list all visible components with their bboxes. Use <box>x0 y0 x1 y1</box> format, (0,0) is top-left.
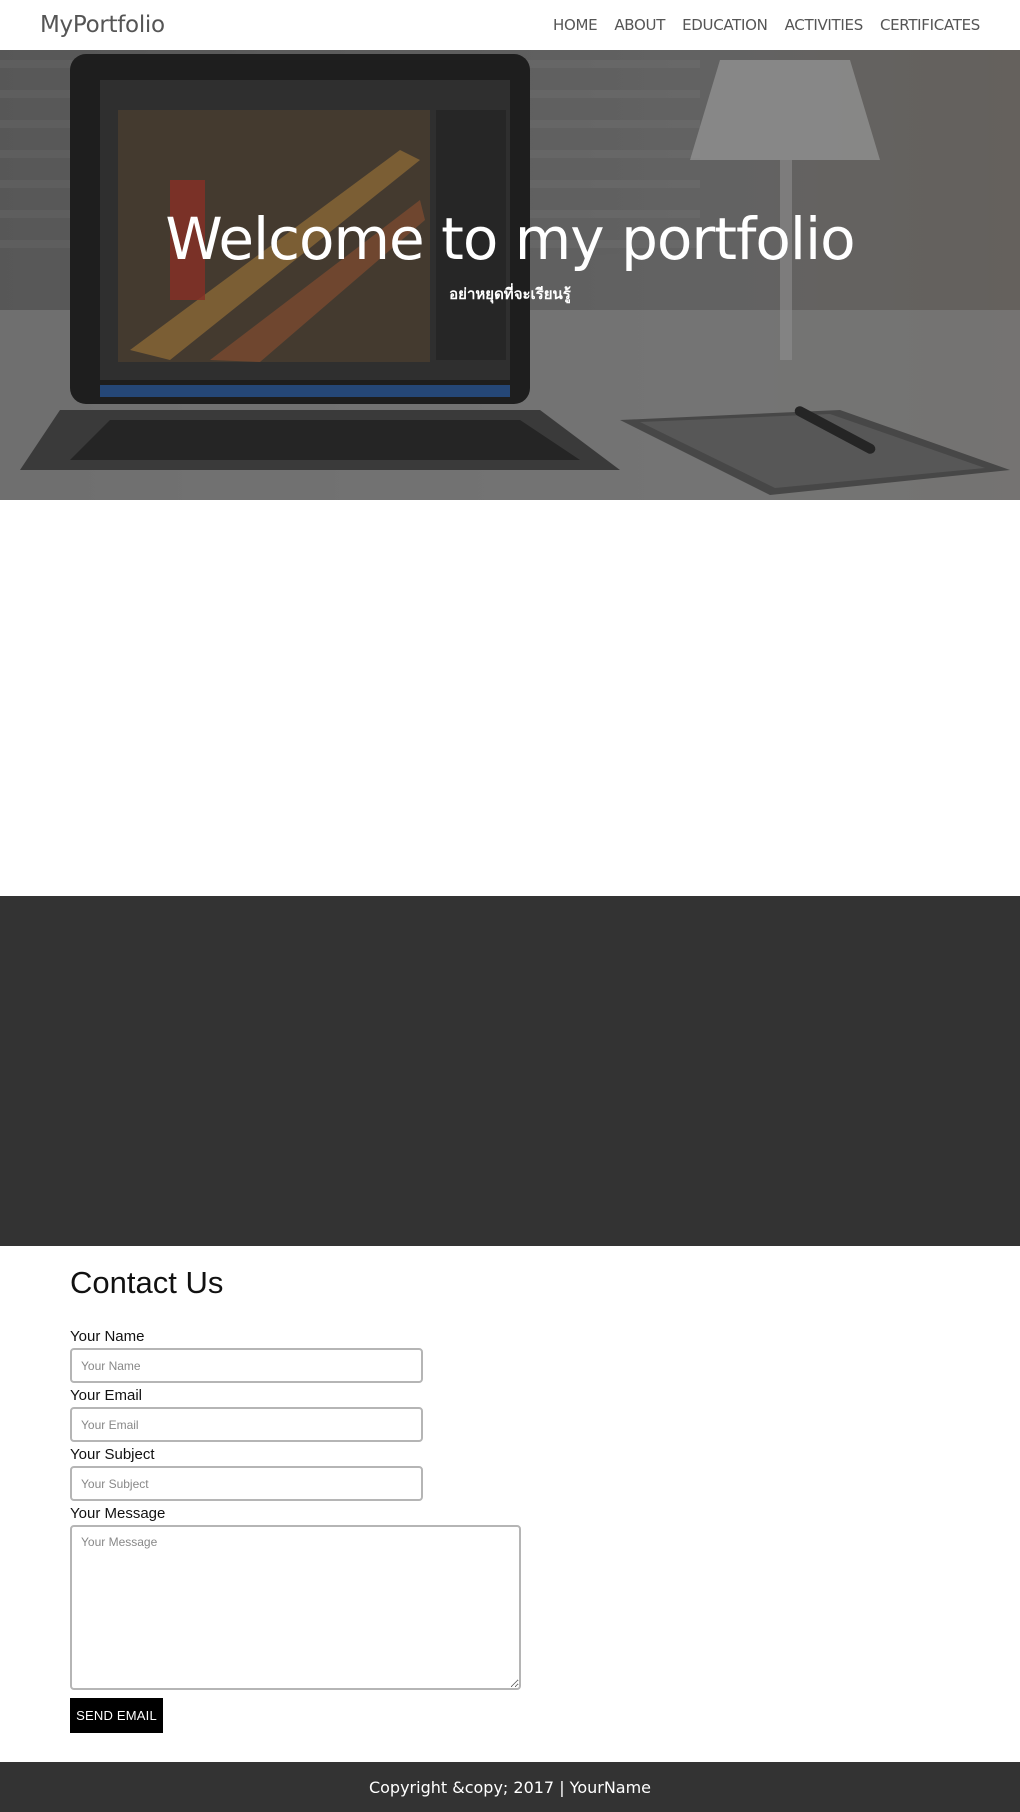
contact-form: Your Name Your Email Your Subject Your M… <box>70 1327 950 1733</box>
brand-logo[interactable]: MyPortfolio <box>40 12 165 38</box>
subject-field[interactable] <box>70 1466 423 1501</box>
footer: Copyright &copy; 2017 | YourName <box>0 1762 1020 1812</box>
email-field[interactable] <box>70 1407 423 1442</box>
hero-overlay <box>0 50 1020 500</box>
nav-link-home[interactable]: HOME <box>553 16 598 34</box>
nav-link-certificates[interactable]: CERTIFICATES <box>880 16 980 34</box>
name-label: Your Name <box>70 1328 145 1345</box>
name-field[interactable] <box>70 1348 423 1383</box>
navbar: MyPortfolio HOME ABOUT EDUCATION ACTIVIT… <box>0 0 1020 50</box>
hero-subtitle: อย่าหยุดที่จะเรียนรู้ <box>449 285 571 303</box>
nav-link-about[interactable]: ABOUT <box>614 16 665 34</box>
contact-title: Contact Us <box>70 1265 224 1300</box>
nav-link-activities[interactable]: ACTIVITIES <box>785 16 864 34</box>
hero-title: Welcome to my portfolio <box>165 205 855 273</box>
message-label: Your Message <box>70 1505 166 1522</box>
hero-banner: Welcome to my portfolio อย่าหยุดที่จะเรี… <box>0 50 1020 500</box>
nav-link-education[interactable]: EDUCATION <box>682 16 768 34</box>
message-field[interactable] <box>70 1525 521 1690</box>
contact-section: Contact Us Your Name Your Email Your Sub… <box>70 1246 950 1733</box>
email-label: Your Email <box>70 1387 142 1404</box>
footer-copyright: Copyright &copy; 2017 | YourName <box>368 1777 652 1797</box>
send-email-button[interactable]: SEND EMAIL <box>70 1698 163 1733</box>
subject-label: Your Subject <box>70 1446 155 1463</box>
nav-links: HOME ABOUT EDUCATION ACTIVITIES CERTIFIC… <box>536 16 980 34</box>
dark-section <box>0 896 1020 1246</box>
